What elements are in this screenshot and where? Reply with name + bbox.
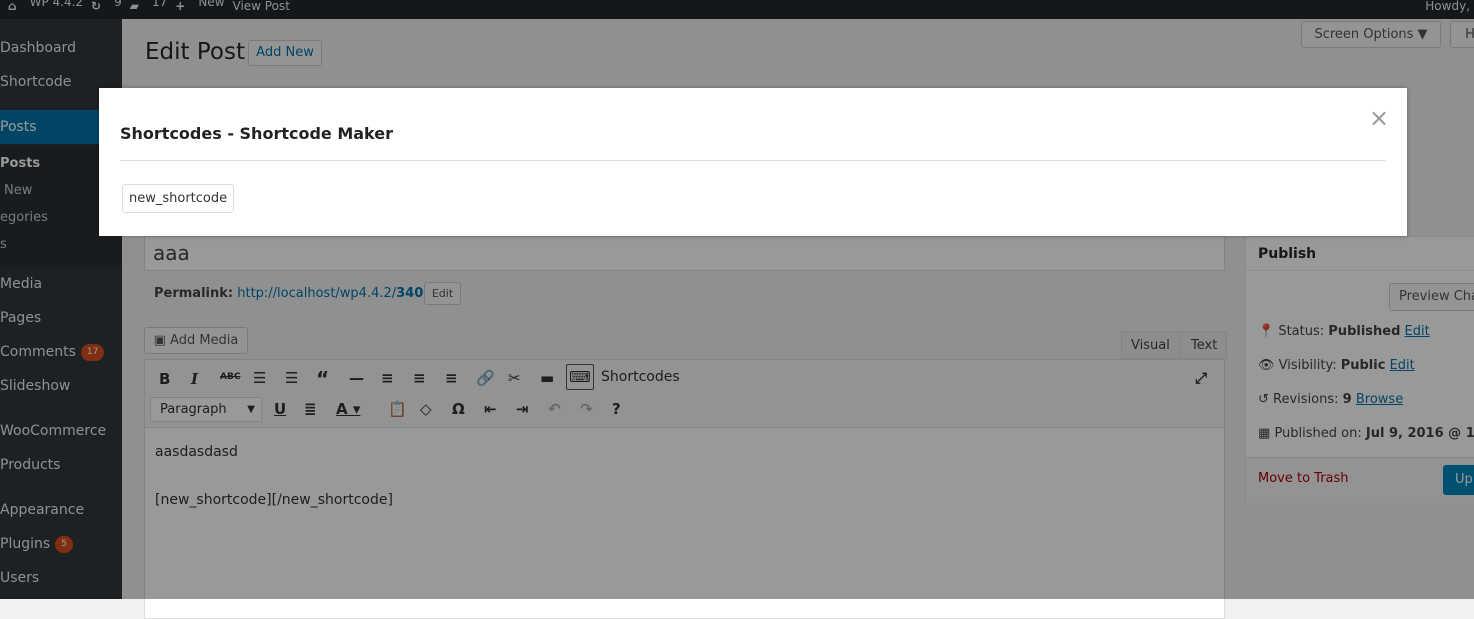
shortcodes-modal: Shortcodes - Shortcode Maker × new_short… bbox=[99, 88, 1407, 236]
modal-divider bbox=[120, 160, 1386, 161]
modal-title: Shortcodes - Shortcode Maker bbox=[120, 124, 393, 143]
close-icon[interactable]: × bbox=[1369, 104, 1389, 132]
shortcode-button[interactable]: new_shortcode bbox=[122, 184, 235, 213]
